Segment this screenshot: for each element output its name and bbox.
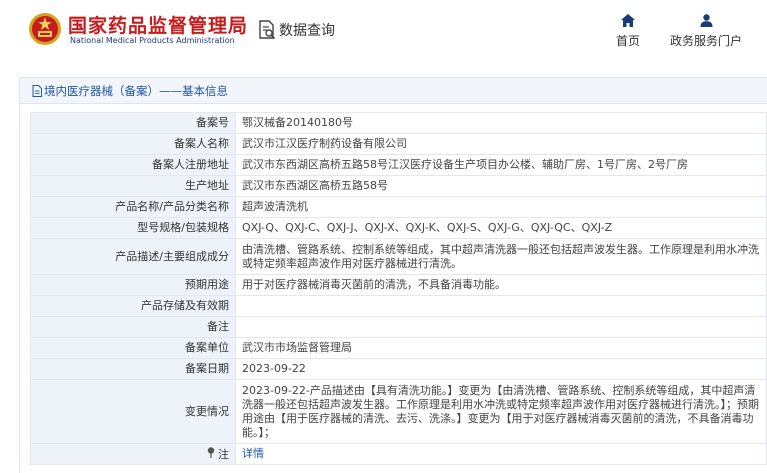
user-icon bbox=[700, 14, 712, 27]
info-panel: 境内医疗器械（备案）——基本信息 备案号 鄂汉械备20140180号 备案人名称… bbox=[19, 77, 767, 473]
table-row: 备案日期 2023-09-22 bbox=[30, 358, 767, 380]
nav-services-label: 政务服务门户 bbox=[670, 34, 743, 48]
table-row: 产品存储及有效期 bbox=[30, 295, 767, 317]
nav-home-label: 首页 bbox=[616, 34, 641, 48]
table-row: 备案单位 武汉市市场监督管理局 bbox=[30, 337, 767, 359]
field-value bbox=[235, 316, 767, 338]
table-row: 备注 bbox=[30, 316, 767, 338]
field-label: 生产地址 bbox=[30, 175, 236, 197]
field-value: 武汉市东西湖区高桥五路58号 bbox=[235, 175, 767, 197]
data-query-link[interactable]: 数据查询 bbox=[258, 20, 335, 40]
field-label: 备案人名称 bbox=[30, 133, 236, 155]
field-label: 预期用途 bbox=[30, 274, 236, 296]
table-row: 备案号 鄂汉械备20140180号 bbox=[30, 112, 767, 134]
table-row: 产品名称/产品分类名称 超声波清洗机 bbox=[30, 196, 767, 218]
field-value: 武汉市东西湖区高桥五路58号江汉医疗设备生产项目办公楼、辅助厂房、1号厂房、2号… bbox=[235, 154, 767, 176]
field-label: 产品描述/主要组成成分 bbox=[30, 238, 236, 275]
site-title: 国家药品监督管理局 bbox=[68, 15, 249, 37]
field-label: 产品存储及有效期 bbox=[30, 295, 236, 317]
table-row: 备案人注册地址 武汉市东西湖区高桥五路58号江汉医疗设备生产项目办公楼、辅助厂房… bbox=[30, 154, 767, 176]
table-row: 预期用途 用于对医疗器械消毒灭菌前的清洗，不具备消毒功能。 bbox=[30, 274, 767, 296]
field-value: 用于对医疗器械消毒灭菌前的清洗，不具备消毒功能。 bbox=[235, 274, 767, 296]
details-link[interactable]: 详情 bbox=[242, 447, 264, 460]
field-value: 由清洗槽、管路系统、控制系统等组成，其中超声清洗器一般还包括超声波发生器。工作原… bbox=[235, 238, 767, 275]
breadcrumb-text[interactable]: 境内医疗器械（备案）——基本信息 bbox=[44, 83, 228, 99]
nav-home[interactable]: 首页 bbox=[616, 14, 640, 49]
field-value: QXJ-Q、QXJ-C、QXJ-J、QXJ-X、QXJ-K、QXJ-S、QXJ-… bbox=[235, 217, 767, 239]
field-label: 备案日期 bbox=[30, 358, 236, 380]
pin-icon bbox=[207, 446, 214, 458]
home-icon bbox=[621, 14, 635, 27]
table-row: 型号规格/包装规格 QXJ-Q、QXJ-C、QXJ-J、QXJ-X、QXJ-K、… bbox=[30, 217, 767, 239]
national-emblem-icon bbox=[29, 13, 61, 45]
field-label: 备案人注册地址 bbox=[30, 154, 236, 176]
field-value: 2023-09-22 bbox=[235, 358, 767, 380]
site-header: 国家药品监督管理局 National Medical Products Admi… bbox=[0, 0, 767, 68]
table-row: 变更情况 2023-09-22-产品描述由【具有清洗功能。】变更为【由清洗槽、管… bbox=[30, 379, 767, 444]
document-icon bbox=[32, 84, 42, 97]
field-label: 变更情况 bbox=[30, 379, 236, 444]
nav-services[interactable]: 政务服务门户 bbox=[670, 14, 742, 49]
field-value bbox=[235, 295, 767, 317]
field-label: 备案号 bbox=[30, 112, 236, 134]
field-value: 鄂汉械备20140180号 bbox=[235, 112, 767, 134]
breadcrumb: 境内医疗器械（备案）——基本信息 bbox=[20, 78, 767, 104]
table-row: 备案人名称 武汉市江汉医疗制药设备有限公司 bbox=[30, 133, 767, 155]
field-label: 型号规格/包装规格 bbox=[30, 217, 236, 239]
site-subtitle: National Medical Products Administration bbox=[70, 36, 235, 45]
field-label: 备注 bbox=[30, 316, 236, 338]
note-label-cell: 注 bbox=[30, 443, 236, 465]
field-value: 武汉市市场监督管理局 bbox=[235, 337, 767, 359]
table-row: 产品描述/主要组成成分 由清洗槽、管路系统、控制系统等组成，其中超声清洗器一般还… bbox=[30, 238, 767, 275]
field-label: 注 bbox=[218, 447, 229, 461]
document-search-icon bbox=[259, 20, 276, 40]
field-label: 备案单位 bbox=[30, 337, 236, 359]
details-cell: 详情 bbox=[235, 443, 767, 465]
data-query-label: 数据查询 bbox=[279, 23, 335, 39]
field-label: 产品名称/产品分类名称 bbox=[30, 196, 236, 218]
table-row: 生产地址 武汉市东西湖区高桥五路58号 bbox=[30, 175, 767, 197]
field-value: 超声波清洗机 bbox=[235, 196, 767, 218]
record-detail-table: 备案号 鄂汉械备20140180号 备案人名称 武汉市江汉医疗制药设备有限公司 … bbox=[30, 112, 767, 465]
field-value: 2023-09-22-产品描述由【具有清洗功能。】变更为【由清洗槽、管路系统、控… bbox=[235, 379, 767, 444]
table-row: 注 详情 bbox=[30, 443, 767, 465]
field-value: 武汉市江汉医疗制药设备有限公司 bbox=[235, 133, 767, 155]
